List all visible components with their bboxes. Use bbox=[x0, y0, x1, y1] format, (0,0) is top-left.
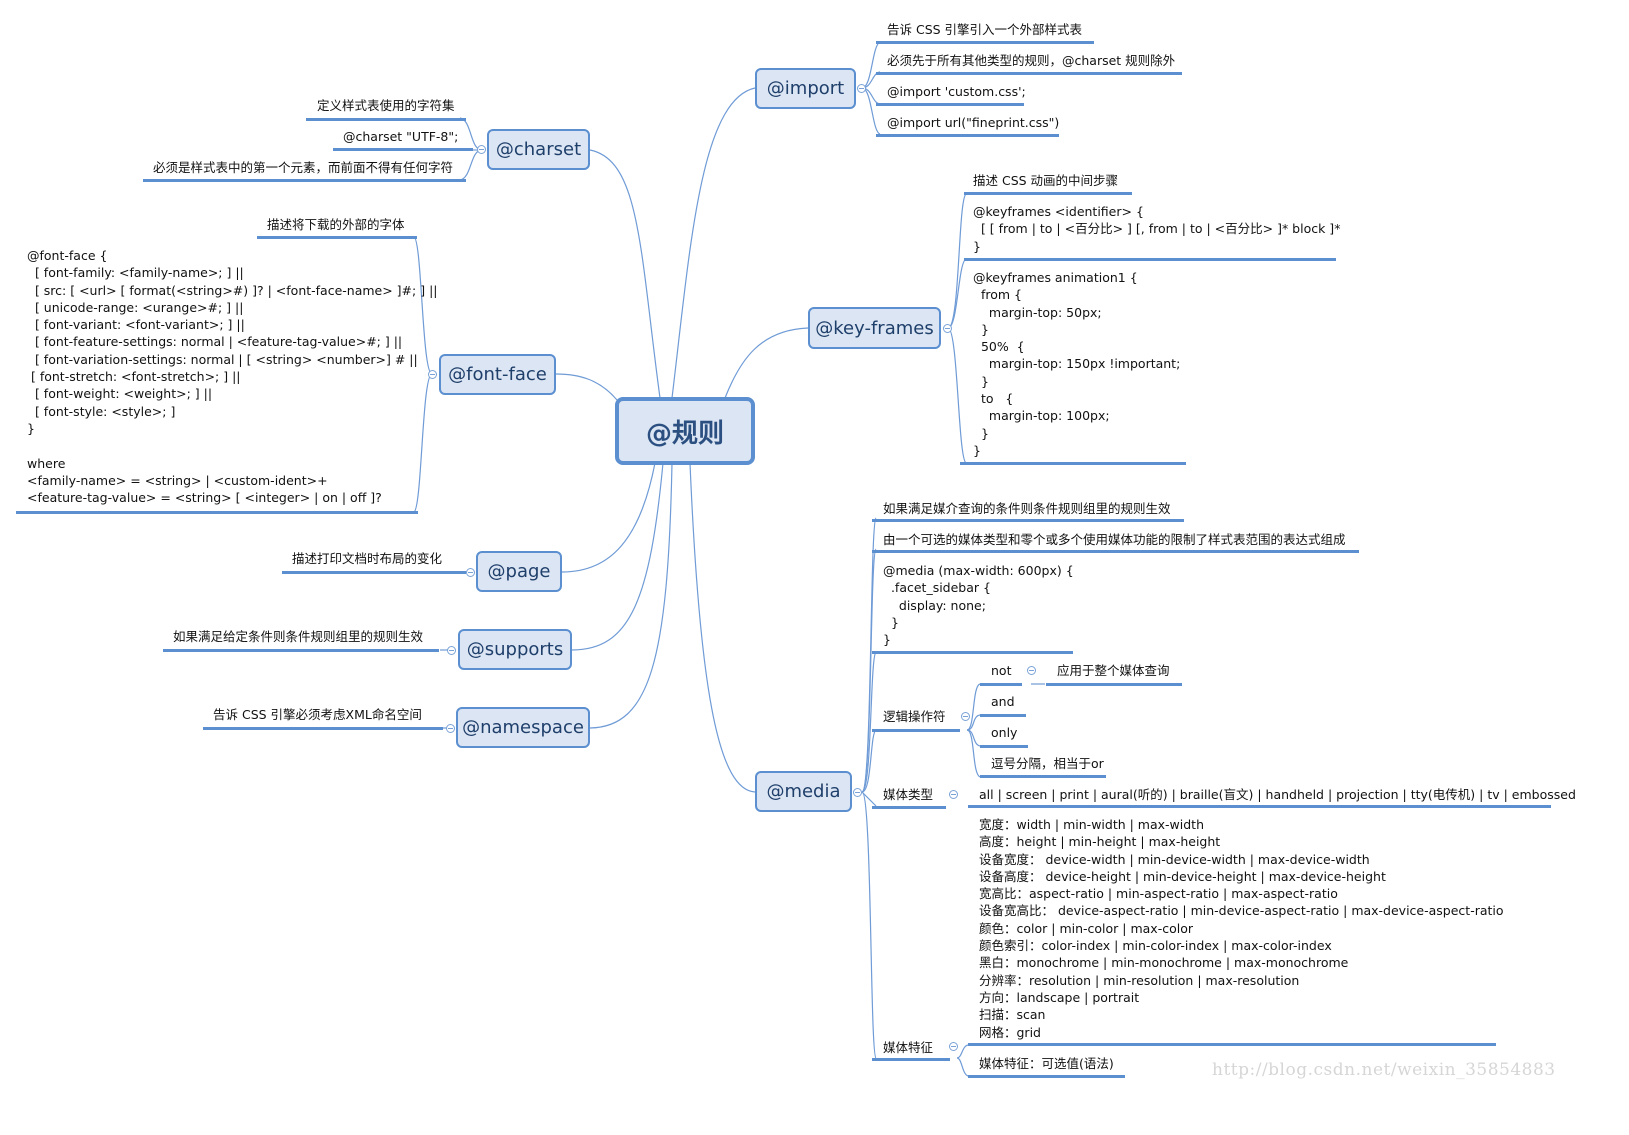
collapse-toggle-icon[interactable] bbox=[949, 790, 958, 799]
charset-item: @charset "UTF-8"; bbox=[343, 129, 459, 144]
underline bbox=[980, 683, 1022, 686]
collapse-toggle-icon[interactable] bbox=[1027, 666, 1036, 675]
underline bbox=[163, 649, 439, 652]
media-types-value: all | screen | print | aural(听的) | brail… bbox=[979, 787, 1576, 802]
underline bbox=[964, 258, 1336, 261]
operator-and: and bbox=[991, 694, 1015, 709]
import-item: @import url("fineprint.css") bbox=[887, 115, 1060, 130]
font-face-description: 描述将下载的外部的字体 bbox=[267, 217, 405, 232]
collapse-toggle-icon[interactable] bbox=[477, 145, 486, 154]
link-root-fontface bbox=[555, 373, 618, 401]
keyframes-syntax: @keyframes <identifier> { [ [ from | to … bbox=[973, 204, 1341, 254]
link-root-supports bbox=[571, 462, 664, 651]
link-root-media bbox=[689, 462, 756, 793]
import-item: @import 'custom.css'; bbox=[887, 84, 1026, 99]
charset-item: 必须是样式表中的第一个元素，而前面不得有任何字符 bbox=[153, 160, 454, 175]
underline bbox=[964, 192, 1132, 195]
font-face-syntax: @font-face { [ font-family: <family-name… bbox=[27, 248, 438, 506]
link-root-page bbox=[561, 462, 656, 573]
underline bbox=[333, 148, 473, 151]
media-description: 如果满足媒介查询的条件则条件规则组里的规则生效 bbox=[883, 501, 1171, 516]
media-definition: 由一个可选的媒体类型和零个或多个使用媒体功能的限制了样式表范围的表达式组成 bbox=[883, 532, 1346, 547]
collapse-toggle-icon[interactable] bbox=[466, 568, 475, 577]
media-types-label: 媒体类型 bbox=[883, 787, 934, 802]
underline bbox=[960, 462, 1186, 465]
underline bbox=[876, 134, 1059, 137]
charset-node[interactable]: @charset bbox=[487, 129, 590, 170]
media-node[interactable]: @media bbox=[755, 771, 852, 812]
underline bbox=[282, 571, 466, 574]
underline bbox=[968, 805, 1551, 808]
underline bbox=[968, 1075, 1125, 1078]
operator-not: not bbox=[991, 663, 1012, 678]
underline bbox=[872, 806, 946, 809]
charset-item: 定义样式表使用的字符集 bbox=[317, 98, 455, 113]
supports-description: 如果满足给定条件则条件规则组里的规则生效 bbox=[173, 629, 424, 644]
media-features-optional: 媒体特征：可选值(语法) bbox=[979, 1056, 1114, 1071]
collapse-toggle-icon[interactable] bbox=[447, 646, 456, 655]
operator-only: only bbox=[991, 725, 1018, 740]
underline bbox=[306, 118, 466, 121]
link-root-import bbox=[671, 87, 756, 399]
underline bbox=[1046, 683, 1182, 686]
underline bbox=[980, 745, 1028, 748]
font-face-node[interactable]: @font-face bbox=[439, 354, 556, 395]
underline bbox=[257, 236, 417, 239]
underline bbox=[872, 519, 1184, 522]
import-item: 告诉 CSS 引擎引入一个外部样式表 bbox=[887, 22, 1083, 37]
import-node[interactable]: @import bbox=[755, 68, 856, 109]
media-example: @media (max-width: 600px) { .facet_sideb… bbox=[883, 563, 1074, 648]
collapse-toggle-icon[interactable] bbox=[943, 324, 952, 333]
keyframes-description: 描述 CSS 动画的中间步骤 bbox=[973, 173, 1119, 188]
supports-node[interactable]: @supports bbox=[458, 629, 572, 670]
underline bbox=[968, 1043, 1496, 1046]
link-root-namespace bbox=[589, 462, 673, 729]
namespace-node[interactable]: @namespace bbox=[456, 707, 590, 748]
root-node[interactable]: @规则 bbox=[615, 397, 755, 465]
underline bbox=[872, 729, 960, 732]
underline bbox=[876, 72, 1182, 75]
underline bbox=[876, 103, 1024, 106]
watermark: http://blog.csdn.net/weixin_35854883 bbox=[1212, 1060, 1556, 1080]
link-root-charset bbox=[589, 149, 661, 399]
mind-map-canvas: @规则 @import 告诉 CSS 引擎引入一个外部样式表 必须先于所有其他类… bbox=[0, 0, 1629, 1135]
import-item: 必须先于所有其他类型的规则，@charset 规则除外 bbox=[887, 53, 1176, 68]
page-description: 描述打印文档时布局的变化 bbox=[292, 551, 443, 566]
logic-operators-label: 逻辑操作符 bbox=[883, 709, 946, 724]
media-features-list: 宽度：width | min-width | max-width 高度：heig… bbox=[979, 817, 1504, 1040]
keyframes-example: @keyframes animation1 { from { margin-to… bbox=[973, 270, 1181, 458]
underline bbox=[872, 550, 1359, 553]
underline bbox=[16, 511, 418, 514]
collapse-toggle-icon[interactable] bbox=[446, 724, 455, 733]
namespace-description: 告诉 CSS 引擎必须考虑XML命名空间 bbox=[213, 707, 422, 722]
media-features-label: 媒体特征 bbox=[883, 1040, 934, 1055]
page-node[interactable]: @page bbox=[476, 551, 562, 592]
underline bbox=[203, 727, 443, 730]
underline bbox=[980, 775, 1106, 778]
underline bbox=[872, 651, 1073, 654]
keyframes-node[interactable]: @key-frames bbox=[808, 307, 941, 349]
operator-comma: 逗号分隔，相当于or bbox=[991, 756, 1104, 771]
collapse-toggle-icon[interactable] bbox=[949, 1042, 958, 1051]
underline bbox=[143, 179, 466, 182]
collapse-toggle-icon[interactable] bbox=[961, 712, 970, 721]
link-root-keyframes bbox=[724, 327, 809, 399]
collapse-toggle-icon[interactable] bbox=[853, 788, 862, 797]
collapse-toggle-icon[interactable] bbox=[857, 84, 866, 93]
underline bbox=[876, 41, 1094, 44]
underline bbox=[872, 1058, 950, 1061]
underline bbox=[980, 714, 1026, 717]
not-note: 应用于整个媒体查询 bbox=[1057, 663, 1170, 678]
